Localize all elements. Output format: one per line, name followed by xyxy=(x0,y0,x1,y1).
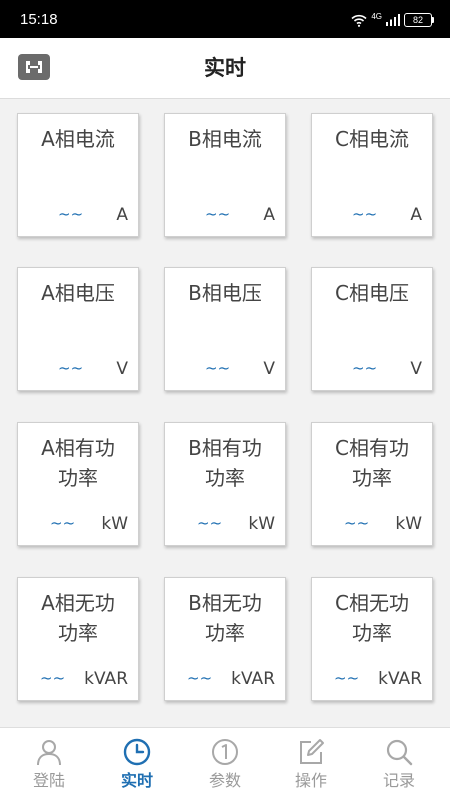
card-c-current[interactable]: C相电流 ~~ A xyxy=(311,113,433,237)
status-bar: 15:18 4G 82 xyxy=(0,0,450,38)
card-c-reactive-power[interactable]: C相无功 功率 ~~ kVAR xyxy=(311,577,433,701)
edit-icon xyxy=(300,739,324,764)
battery-icon: 82 xyxy=(404,13,434,27)
card-value: ~~ xyxy=(58,205,84,223)
tab-label: 操作 xyxy=(294,771,327,790)
card-title: B相有功 功率 xyxy=(188,436,262,490)
card-value: ~~ xyxy=(352,359,378,377)
card-value: ~~ xyxy=(205,205,231,223)
card-unit: A xyxy=(410,205,422,225)
card-unit: V xyxy=(263,359,275,379)
status-time: 15:18 xyxy=(20,11,58,28)
search-icon xyxy=(386,739,413,766)
card-title: A相无功 功率 xyxy=(41,591,115,645)
card-title: A相电压 xyxy=(41,281,115,305)
tab-operation[interactable]: 操作 xyxy=(266,728,356,801)
card-title: C相电压 xyxy=(335,281,409,305)
card-unit: kVAR xyxy=(378,669,422,689)
card-value: ~~ xyxy=(58,359,84,377)
tab-label: 登陆 xyxy=(32,771,65,790)
card-b-active-power[interactable]: B相有功 功率 ~~ kW xyxy=(164,422,286,546)
tab-login[interactable]: 登陆 xyxy=(4,728,94,801)
card-value: ~~ xyxy=(334,669,360,687)
tab-records[interactable]: 记录 xyxy=(354,728,444,801)
tab-label: 参数 xyxy=(208,771,241,790)
card-unit: A xyxy=(263,205,275,225)
number-one-icon xyxy=(212,739,238,765)
card-title: B相电流 xyxy=(188,127,262,151)
card-value: ~~ xyxy=(352,205,378,223)
bottom-tab-bar: 登陆 实时 参数 操作 记录 xyxy=(0,727,450,800)
realtime-grid: A相电流 ~~ A B相电流 ~~ A C相电流 ~~ A A相电压 ~~ V … xyxy=(0,99,450,727)
card-value: ~~ xyxy=(344,514,370,532)
card-c-voltage[interactable]: C相电压 ~~ V xyxy=(311,267,433,391)
clock-icon xyxy=(123,738,151,766)
card-value: ~~ xyxy=(50,514,76,532)
card-a-voltage[interactable]: A相电压 ~~ V xyxy=(17,267,139,391)
page-title: 实时 xyxy=(204,56,246,80)
signal-icon xyxy=(386,14,400,26)
tab-label: 记录 xyxy=(382,771,415,790)
card-title: C相无功 功率 xyxy=(335,591,409,645)
card-unit: kW xyxy=(395,514,422,534)
card-title: B相电压 xyxy=(188,281,262,305)
card-value: ~~ xyxy=(187,669,213,687)
card-unit: kVAR xyxy=(84,669,128,689)
wifi-icon xyxy=(351,14,367,27)
card-a-reactive-power[interactable]: A相无功 功率 ~~ kVAR xyxy=(17,577,139,701)
card-title: B相无功 功率 xyxy=(188,591,262,645)
card-value: ~~ xyxy=(197,514,223,532)
card-title: A相电流 xyxy=(41,127,115,151)
person-icon xyxy=(37,740,61,766)
tab-realtime[interactable]: 实时 xyxy=(92,728,182,801)
card-unit: V xyxy=(410,359,422,379)
card-b-current[interactable]: B相电流 ~~ A xyxy=(164,113,286,237)
card-value: ~~ xyxy=(40,669,66,687)
app-header: 实时 xyxy=(0,38,450,99)
card-unit: kVAR xyxy=(231,669,275,689)
card-b-voltage[interactable]: B相电压 ~~ V xyxy=(164,267,286,391)
card-b-reactive-power[interactable]: B相无功 功率 ~~ kVAR xyxy=(164,577,286,701)
card-a-current[interactable]: A相电流 ~~ A xyxy=(17,113,139,237)
network-type: 4G xyxy=(371,12,382,21)
card-a-active-power[interactable]: A相有功 功率 ~~ kW xyxy=(17,422,139,546)
status-icons: 4G 82 xyxy=(351,12,434,27)
card-unit: kW xyxy=(248,514,275,534)
card-unit: V xyxy=(116,359,128,379)
card-title: C相电流 xyxy=(335,127,409,151)
card-c-active-power[interactable]: C相有功 功率 ~~ kW xyxy=(311,422,433,546)
card-unit: A xyxy=(116,205,128,225)
card-unit: kW xyxy=(101,514,128,534)
tab-parameters[interactable]: 参数 xyxy=(180,728,270,801)
card-value: ~~ xyxy=(205,359,231,377)
card-title: A相有功 功率 xyxy=(41,436,115,490)
card-title: C相有功 功率 xyxy=(335,436,409,490)
tab-label: 实时 xyxy=(120,771,153,790)
